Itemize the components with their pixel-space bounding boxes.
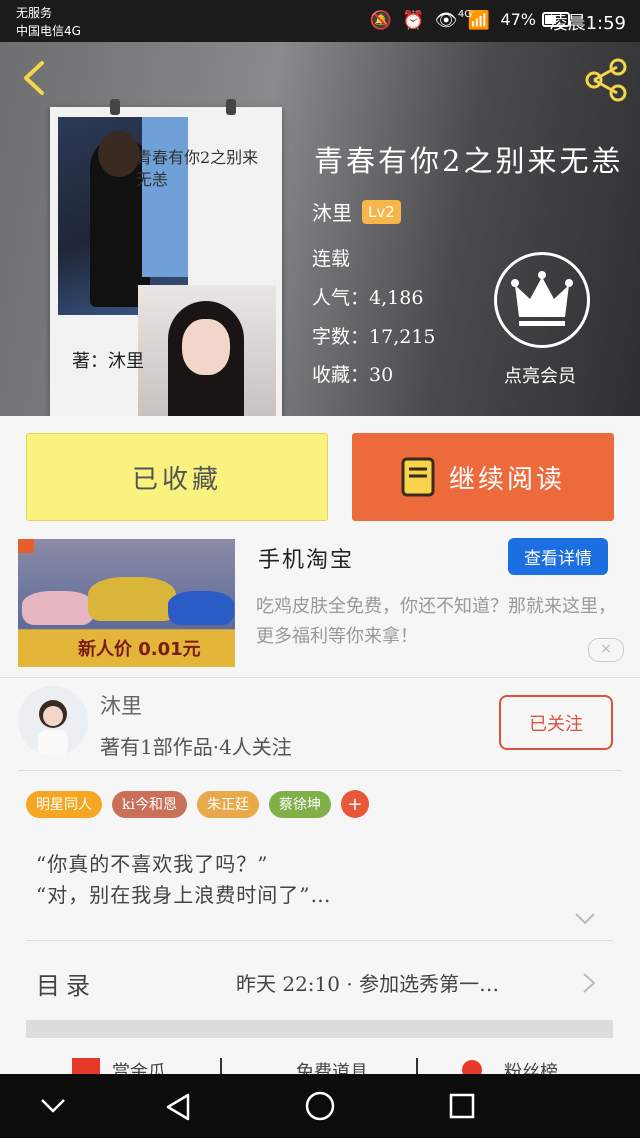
clock: 凌晨1:59 (549, 13, 626, 34)
tag[interactable]: 明星同人 (26, 790, 102, 818)
battery-percent: 47% (500, 10, 536, 29)
chevron-down-icon[interactable] (574, 912, 596, 926)
popularity-value: 4,186 (369, 287, 424, 309)
word-count-label: 字数： (312, 326, 370, 348)
bottom-tab[interactable]: 粉丝榜 (504, 1058, 558, 1074)
cover-photo-girl (138, 285, 276, 416)
ad-brand[interactable]: 手机淘宝 (258, 542, 354, 574)
favorites: 收藏：30 (312, 360, 393, 387)
ad-description[interactable]: 吃鸡皮肤全免费，你还不知道？那就来这里，更多福利等你来拿！ (256, 592, 628, 652)
status-bar: 无服务 中国电信4G 🔕 ⏰ 👁 📶 4G 47% 凌晨1:59 (0, 0, 640, 42)
back-triangle-icon[interactable] (164, 1092, 192, 1122)
hide-nav-icon[interactable] (40, 1098, 66, 1114)
vip-label[interactable]: 点亮会员 (504, 362, 576, 388)
figure-head (98, 131, 140, 177)
chevron-right-icon[interactable] (582, 972, 596, 994)
home-circle-icon[interactable] (304, 1090, 336, 1122)
divider (26, 940, 613, 941)
favorites-label: 收藏： (312, 364, 370, 386)
continue-reading-label: 继续阅读 (448, 464, 565, 495)
recents-square-icon[interactable] (448, 1092, 476, 1120)
car-pink (22, 591, 94, 625)
favorites-value: 30 (369, 364, 394, 386)
avatar-image (18, 686, 88, 756)
book-title: 青春有你2之别来无恙 (314, 144, 624, 178)
clip-icon (226, 99, 236, 115)
divider (416, 1058, 418, 1074)
network-type: 4G (457, 9, 472, 20)
word-count: 字数：17,215 (312, 322, 436, 349)
author-card-name[interactable]: 沐里 (100, 690, 142, 720)
level-badge: Lv2 (362, 199, 401, 224)
tag[interactable]: ki今和恩 (112, 790, 187, 818)
eye-icon: 👁 (434, 10, 458, 31)
author-line: 沐里 Lv2 (312, 197, 401, 226)
tag[interactable]: 蔡徐坤 (268, 790, 331, 818)
word-count-value: 17,215 (369, 326, 436, 348)
collected-button[interactable]: 已收藏 (26, 433, 328, 521)
author-stats: 著有1部作品·4人关注 (100, 735, 292, 759)
divider (0, 677, 640, 678)
alarm-icon: ⏰ (402, 10, 425, 31)
latest-chapter[interactable]: 昨天 22:10 · 参加选秀第一… (236, 968, 499, 997)
continue-reading-button[interactable]: 继续阅读 (352, 433, 614, 521)
crown-icon (511, 271, 573, 326)
bottom-tab[interactable]: 赏金瓜 (112, 1058, 166, 1074)
ad-detail-button[interactable]: 查看详情 (508, 538, 608, 575)
cover-author-text: 著：沐里 (72, 351, 144, 372)
book-icon (401, 457, 435, 497)
toc-label[interactable]: 目录 (36, 966, 96, 1001)
follow-button[interactable]: 已关注 (499, 695, 613, 750)
avatar[interactable] (18, 686, 88, 756)
bottom-tab[interactable]: 免费道具 (296, 1058, 368, 1074)
ad-tag-icon (18, 539, 34, 553)
tag[interactable]: 朱正廷 (196, 790, 259, 818)
book-header: 青春有你2之别来无恙 著：沐里 青春有你2之别来无恙 沐里 Lv2 连载 人气：… (0, 42, 640, 416)
summary-line: “对，别在我身上浪费时间了”… (36, 883, 332, 907)
system-nav-bar (0, 1074, 640, 1138)
author-name[interactable]: 沐里 (312, 197, 352, 226)
ad-price-text: 新人价 0.01元 (78, 639, 201, 660)
car-blue (168, 591, 234, 625)
clip-icon (110, 99, 120, 115)
close-icon[interactable]: × (588, 638, 624, 662)
serial-status: 连载 (312, 248, 351, 270)
back-arrow-icon[interactable] (18, 60, 50, 96)
add-tag-button[interactable]: + (340, 790, 369, 818)
cover-title-text: 青春有你2之别来无恙 (136, 148, 259, 190)
vip-crown-button[interactable] (494, 252, 590, 348)
bottom-tabs: 赏金瓜 免费道具 粉丝榜 (0, 1054, 640, 1074)
section-separator (26, 1020, 613, 1038)
share-icon[interactable] (582, 56, 630, 104)
popularity: 人气：4,186 (312, 283, 423, 310)
ad-image[interactable]: 新人价 0.01元 (18, 539, 235, 667)
carrier-text: 无服务 (16, 6, 53, 20)
car-gold (88, 577, 176, 621)
summary-line: “你真的不喜欢我了吗？” (36, 852, 269, 876)
fans-icon (462, 1060, 482, 1074)
divider (220, 1058, 222, 1074)
divider (18, 770, 622, 771)
mute-icon: 🔕 (369, 10, 393, 31)
reward-icon (72, 1058, 100, 1074)
tag-list: 明星同人 ki今和恩 朱正廷 蔡徐坤 + (26, 790, 369, 818)
carrier-network-text: 中国电信4G (16, 24, 81, 38)
face-shape (182, 319, 230, 375)
popularity-label: 人气： (312, 287, 370, 309)
book-cover[interactable]: 青春有你2之别来无恙 著：沐里 (50, 99, 282, 416)
cover-accent (142, 117, 188, 277)
